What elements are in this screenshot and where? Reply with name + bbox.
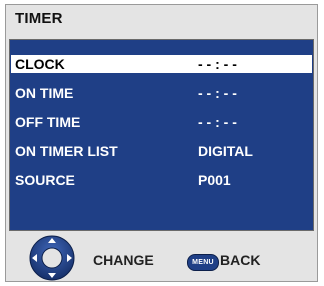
menu-item-value: - - : - - bbox=[198, 56, 237, 72]
back-label: BACK bbox=[220, 252, 261, 268]
menu-item-value: DIGITAL bbox=[198, 143, 253, 159]
menu-item-value: P001 bbox=[198, 172, 231, 188]
menu-item-label: ON TIME bbox=[15, 85, 74, 101]
dpad-icon bbox=[29, 235, 75, 281]
menu-item-on-time[interactable]: ON TIME - - : - - bbox=[11, 84, 312, 102]
menu-item-value: - - : - - bbox=[198, 85, 237, 101]
menu-item-label: OFF TIME bbox=[15, 114, 81, 130]
menu-item-value: - - : - - bbox=[198, 114, 237, 130]
menu-item-off-time[interactable]: OFF TIME - - : - - bbox=[11, 113, 312, 131]
menu-item-clock[interactable]: CLOCK - - : - - bbox=[11, 55, 312, 73]
timer-dialog: TIMER CLOCK - - : - - ON TIME - - : - - … bbox=[5, 4, 318, 282]
menu-item-label: SOURCE bbox=[15, 172, 75, 188]
timer-menu-panel: CLOCK - - : - - ON TIME - - : - - OFF TI… bbox=[9, 39, 314, 231]
button-guide: CHANGE MENU BACK bbox=[6, 235, 317, 281]
menu-item-label: ON TIMER LIST bbox=[15, 143, 118, 159]
menu-item-label: CLOCK bbox=[15, 56, 65, 72]
menu-button-text: MENU bbox=[192, 259, 214, 266]
menu-item-source[interactable]: SOURCE P001 bbox=[11, 171, 312, 189]
dialog-title: TIMER bbox=[15, 10, 63, 27]
menu-button-icon: MENU bbox=[187, 254, 219, 271]
change-label: CHANGE bbox=[93, 252, 154, 268]
menu-item-on-timer-list[interactable]: ON TIMER LIST DIGITAL bbox=[11, 142, 312, 160]
